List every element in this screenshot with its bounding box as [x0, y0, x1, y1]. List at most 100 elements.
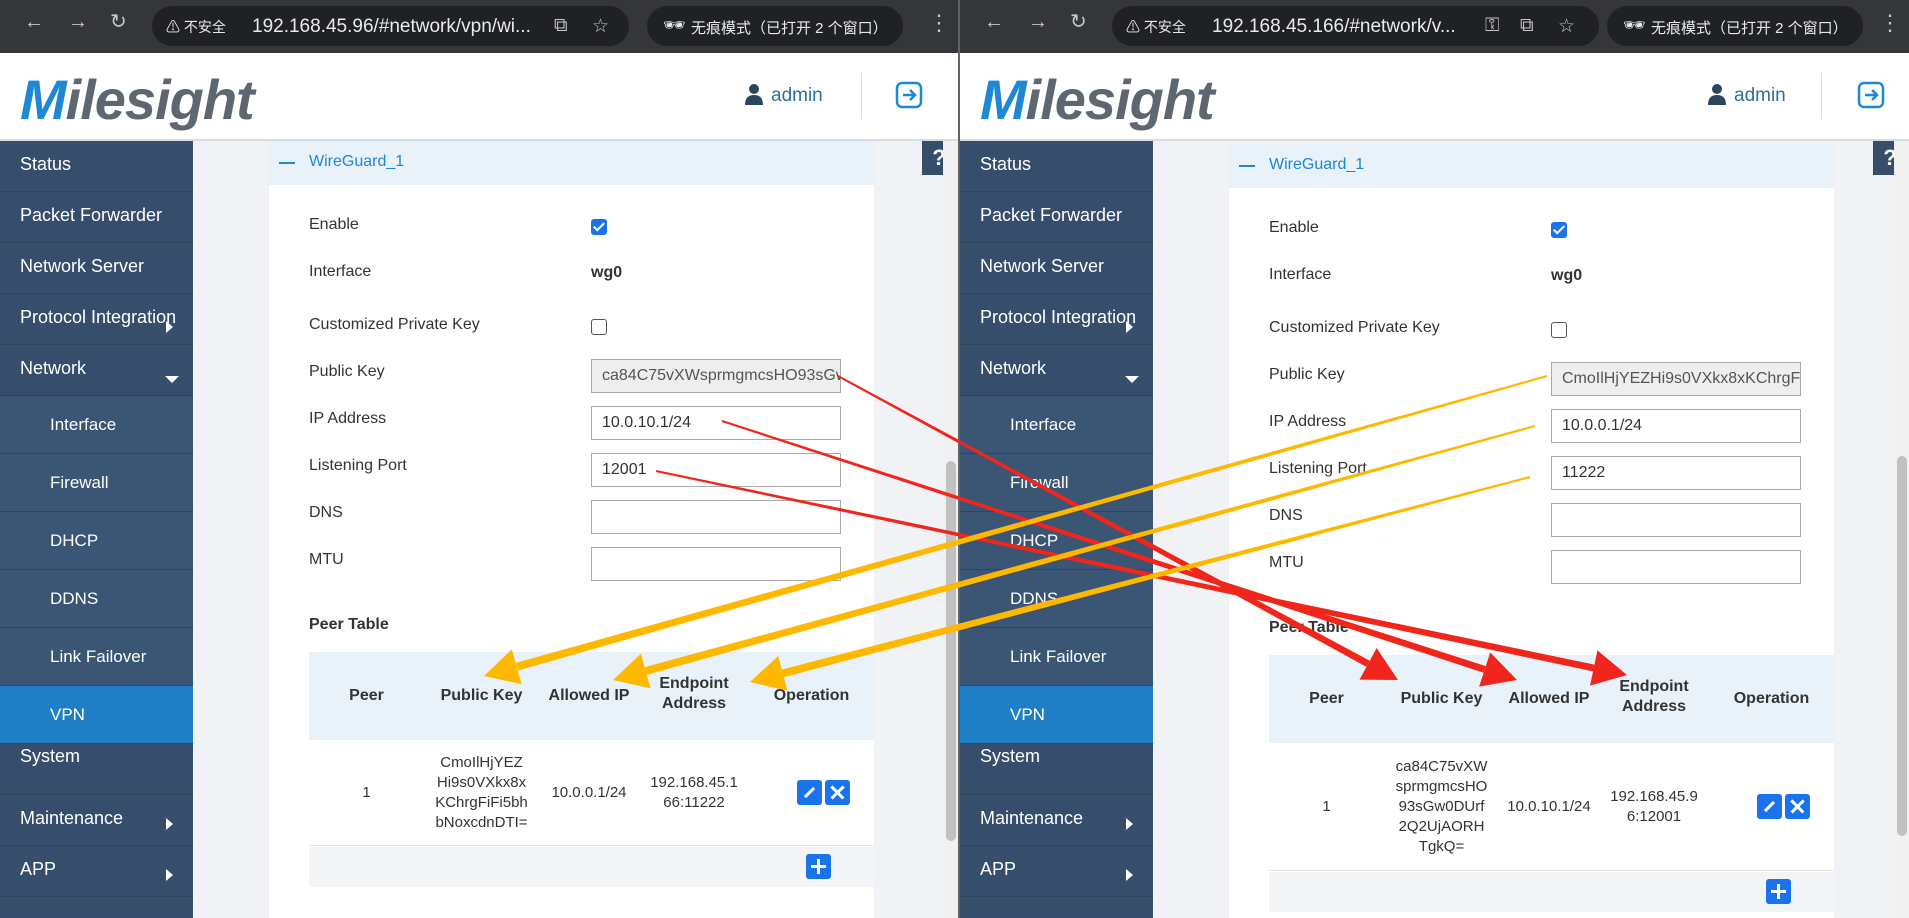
- scrollbar-thumb[interactable]: [1897, 456, 1907, 836]
- translate-icon[interactable]: ⧉: [1520, 15, 1534, 37]
- column-header: Allowed IP: [1508, 690, 1590, 707]
- url-text: 192.168.45.96/#network/vpn/wi...: [252, 16, 531, 37]
- label-dns: DNS: [309, 504, 343, 521]
- sidebar-item-network-server[interactable]: Network Server: [960, 243, 1153, 294]
- port-input[interactable]: 12001: [591, 453, 841, 487]
- brand-initial: M: [980, 68, 1027, 131]
- sidebar-item-system[interactable]: System: [0, 744, 193, 795]
- sidebar-subitem-interface[interactable]: Interface: [0, 396, 193, 454]
- column-header: Public Key: [1400, 690, 1483, 707]
- mtu-input[interactable]: [1551, 550, 1801, 584]
- column-header: Peer: [349, 687, 384, 704]
- incognito-badge[interactable]: 🕶 无痕模式（已打开 2 个窗口）: [647, 6, 903, 46]
- column-header: Peer: [1309, 690, 1344, 707]
- incognito-badge[interactable]: 🕶 无痕模式（已打开 2 个窗口）: [1607, 6, 1863, 46]
- sidebar-subitem-vpn[interactable]: VPN: [960, 686, 1153, 744]
- custom-key-checkbox[interactable]: [591, 319, 607, 335]
- peer-table-title: Peer Table: [309, 616, 389, 633]
- sidebar-subitem-link-failover[interactable]: Link Failover: [960, 628, 1153, 686]
- section-header[interactable]: WireGuard_1: [269, 141, 874, 185]
- forward-icon[interactable]: →: [68, 12, 88, 32]
- sidebar-item-status[interactable]: Status: [0, 141, 193, 192]
- enable-checkbox[interactable]: [591, 219, 607, 235]
- peer-allowed-ip: 10.0.0.1/24: [551, 784, 627, 801]
- forward-icon[interactable]: →: [1028, 12, 1048, 32]
- public-key-input[interactable]: CmoIlHjYEZHi9s0VXkx8xKChrgFiFi5bhbNoxcdn…: [1551, 362, 1801, 396]
- section-header[interactable]: WireGuard_1: [1229, 144, 1834, 188]
- sidebar-item-packet-forwarder[interactable]: Packet Forwarder: [0, 192, 193, 243]
- dns-input[interactable]: [1551, 503, 1801, 537]
- address-bar[interactable]: ⚠ 不安全 192.168.45.96/#network/vpn/wi... ⧉ ☆: [152, 6, 629, 46]
- ip-input[interactable]: 10.0.10.1/24: [591, 406, 841, 440]
- sidebar-subitem-vpn[interactable]: VPN: [0, 686, 193, 744]
- sidebar-item-protocol-integration[interactable]: Protocol Integration: [960, 294, 1153, 345]
- collapse-icon[interactable]: [279, 162, 295, 164]
- add-peer-icon[interactable]: [806, 854, 831, 879]
- insecure-label: 不安全: [183, 19, 226, 35]
- label-ip: IP Address: [1269, 413, 1347, 430]
- sidebar-subitem-link-failover[interactable]: Link Failover: [0, 628, 193, 686]
- sidebar-item-status[interactable]: Status: [960, 141, 1153, 192]
- sidebar-subitem-ddns[interactable]: DDNS: [960, 570, 1153, 628]
- delete-icon[interactable]: [825, 780, 850, 805]
- sidebar-subitem-firewall[interactable]: Firewall: [0, 454, 193, 512]
- sidebar-item-label: APP: [20, 859, 57, 879]
- sidebar-item-protocol-integration[interactable]: Protocol Integration: [0, 294, 193, 345]
- key-icon[interactable]: ⚿: [1485, 15, 1499, 37]
- bookmark-star-icon[interactable]: ☆: [1558, 15, 1575, 38]
- logout-icon[interactable]: [1857, 81, 1885, 109]
- sidebar-item-packet-forwarder[interactable]: Packet Forwarder: [960, 192, 1153, 243]
- column-header: Endpoint Address: [659, 675, 729, 712]
- custom-key-checkbox[interactable]: [1551, 322, 1567, 338]
- reload-icon[interactable]: ↻: [1070, 12, 1087, 32]
- sidebar-item-maintenance[interactable]: Maintenance: [0, 795, 193, 846]
- back-icon[interactable]: ←: [984, 12, 1004, 32]
- reload-icon[interactable]: ↻: [110, 12, 127, 32]
- collapse-icon[interactable]: [1239, 165, 1255, 167]
- sidebar-subitem-firewall[interactable]: Firewall: [960, 454, 1153, 512]
- sidebar-subitem-dhcp[interactable]: DHCP: [0, 512, 193, 570]
- address-bar[interactable]: ⚠ 不安全 192.168.45.166/#network/v... ⚿ ⧉ ☆: [1112, 6, 1599, 46]
- sidebar-item-label: System: [20, 746, 81, 766]
- delete-icon[interactable]: [1785, 794, 1810, 819]
- edit-icon[interactable]: [1757, 794, 1782, 819]
- sidebar-item-app[interactable]: APP: [960, 846, 1153, 897]
- sidebar-subitem-ddns[interactable]: DDNS: [0, 570, 193, 628]
- sidebar-item-network[interactable]: Network: [960, 345, 1153, 396]
- logout-icon[interactable]: [895, 81, 923, 109]
- sidebar-item-system[interactable]: System: [960, 744, 1153, 795]
- label-interface: Interface: [1269, 266, 1332, 283]
- dns-input[interactable]: [591, 500, 841, 534]
- peer-table-header: Peer Public Key Allowed IP Endpoint Address…: [1269, 655, 1834, 743]
- sidebar-item-network[interactable]: Network: [0, 345, 193, 396]
- scrollbar-thumb[interactable]: [946, 461, 956, 841]
- ip-input[interactable]: 10.0.0.1/24: [1551, 409, 1801, 443]
- user-menu[interactable]: admin: [1708, 83, 1786, 107]
- sidebar-subitem-dhcp[interactable]: DHCP: [960, 512, 1153, 570]
- back-icon[interactable]: ←: [24, 12, 44, 32]
- insecure-warning[interactable]: ⚠ 不安全: [1126, 17, 1186, 37]
- public-key-input[interactable]: ca84C75vXWsprmgmcsHO93sGw0DUrf2Q2UjAORHT…: [591, 359, 841, 393]
- insecure-warning[interactable]: ⚠ 不安全: [166, 17, 226, 37]
- browser-menu-icon[interactable]: ⋮: [1879, 10, 1901, 36]
- scrollbar[interactable]: [1894, 141, 1909, 918]
- sidebar-item-maintenance[interactable]: Maintenance: [960, 795, 1153, 846]
- sidebar-item-network-server[interactable]: Network Server: [0, 243, 193, 294]
- sidebar-subitem-interface[interactable]: Interface: [960, 396, 1153, 454]
- incognito-icon: 🕶: [663, 15, 686, 35]
- sidebar-item-app[interactable]: APP: [0, 846, 193, 897]
- browser-menu-icon[interactable]: ⋮: [928, 10, 950, 36]
- app-header: Milesight admin: [0, 53, 958, 141]
- add-peer-icon[interactable]: [1766, 879, 1791, 904]
- port-input[interactable]: 11222: [1551, 456, 1801, 490]
- enable-checkbox[interactable]: [1551, 222, 1567, 238]
- scrollbar[interactable]: [943, 141, 958, 918]
- user-menu[interactable]: admin: [745, 83, 823, 107]
- bookmark-star-icon[interactable]: ☆: [592, 15, 609, 38]
- chevron-right-icon: [166, 818, 173, 830]
- user-icon: [745, 83, 763, 105]
- edit-icon[interactable]: [797, 780, 822, 805]
- mtu-input[interactable]: [591, 547, 841, 581]
- add-row: [1269, 872, 1834, 912]
- translate-icon[interactable]: ⧉: [554, 15, 568, 37]
